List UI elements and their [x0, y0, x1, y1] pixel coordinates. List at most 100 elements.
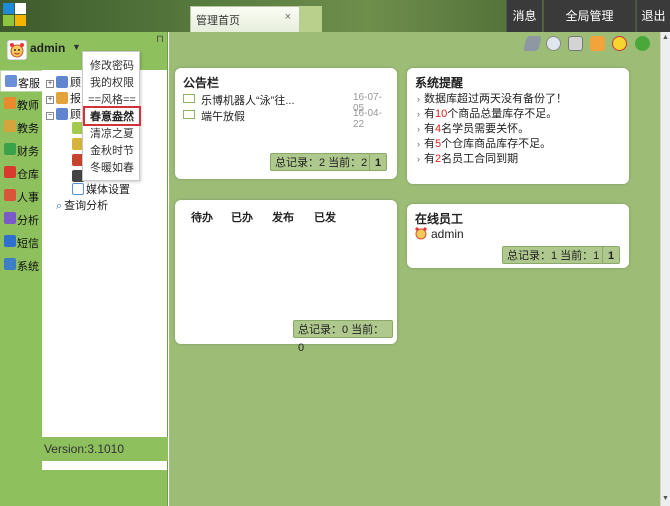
nav-warehouse[interactable]: 仓库 — [0, 162, 44, 184]
logout-button[interactable]: 退出 — [636, 0, 670, 32]
arrow-icon: › — [417, 109, 420, 119]
pin-icon[interactable]: ⊓ — [156, 34, 164, 45]
folder-icon — [56, 76, 68, 88]
help-icon[interactable] — [635, 36, 650, 51]
tab-home[interactable]: 管理首页 × — [190, 6, 300, 32]
tab-published[interactable]: 已发 — [314, 209, 336, 225]
expand-icon[interactable]: + — [46, 96, 54, 104]
nav-analysis[interactable]: 分析 — [0, 208, 44, 230]
top-bar: 管理首页 × 消息 全局管理 退出 — [0, 0, 670, 32]
envelope-icon — [183, 94, 195, 103]
messages-button[interactable]: 消息 — [506, 0, 542, 32]
warehouse-icon — [4, 166, 16, 178]
tasks-record-count: 总记录：0 当前：0 — [293, 320, 393, 354]
tab-todo[interactable]: 待办 — [191, 209, 213, 225]
nav-system[interactable]: 系统 — [0, 254, 44, 276]
nav-finance[interactable]: 财务 — [0, 139, 44, 161]
tree-row[interactable]: − 顾 — [46, 106, 81, 122]
notice-page-1-button[interactable]: 1 — [369, 153, 387, 171]
nav-label: 系统 — [17, 261, 39, 273]
tab-close-icon[interactable]: × — [285, 11, 291, 23]
tree-row-query-analysis[interactable]: ⌕ 查询分析 — [56, 197, 108, 213]
nav-sms[interactable]: 短信 — [0, 231, 44, 253]
tasks-panel: 待办 已办 发布 已发 总记录：0 当前：0 — [175, 200, 397, 354]
menu-theme-autumn[interactable]: 金秋时节 — [83, 142, 141, 158]
alert-item[interactable]: › 有10个商品总量库存不足。 — [417, 105, 557, 121]
nav-label: 客服 — [18, 78, 40, 90]
online-staff-pager: 总记录：1 当前：1 1 — [502, 246, 627, 264]
version-label: Version:3.1010 — [0, 437, 168, 461]
nav-label: 教务 — [17, 123, 39, 135]
tree-row-media-settings[interactable]: 媒体设置 — [72, 181, 130, 197]
online-staff-panel: 在线员工 admin 总记录：1 当前：1 1 — [407, 204, 629, 268]
menu-theme-winter[interactable]: 冬暖如春 — [83, 159, 141, 175]
tree-row[interactable]: + 报 — [46, 90, 81, 106]
menu-theme-summer[interactable]: 清凉之夏 — [83, 125, 141, 141]
scroll-up-icon[interactable]: ▲ — [662, 34, 669, 41]
nav-academic[interactable]: 教务 — [0, 116, 44, 138]
menu-my-permissions[interactable]: 我的权限 — [83, 74, 141, 90]
smiley-icon[interactable] — [612, 36, 627, 51]
online-page-1-button[interactable]: 1 — [602, 246, 620, 264]
nav-teacher[interactable]: 教师 — [0, 93, 44, 115]
tab-strip — [300, 6, 322, 32]
arrow-icon: › — [417, 154, 420, 164]
online-staff-title: 在线员工 — [415, 212, 464, 226]
online-record-count: 总记录：1 当前：1 — [502, 246, 605, 264]
app-logo — [3, 3, 27, 27]
tree-row[interactable]: + 顾 — [46, 74, 81, 90]
alert-item[interactable]: › 数据库超过两天没有备份了！ — [417, 90, 567, 106]
online-user-name[interactable]: admin — [431, 227, 464, 241]
notice-board-title: 公告栏 — [183, 76, 220, 90]
folder-icon — [56, 108, 68, 120]
menu-theme-spring[interactable]: 春意盎然 — [83, 106, 141, 126]
tab-publish[interactable]: 发布 — [272, 209, 294, 225]
menu-style-header: ==风格== — [88, 94, 136, 106]
user-menu-caret-icon[interactable]: ▼ — [72, 42, 81, 52]
envelope-icon — [183, 110, 195, 119]
notice-board-panel: 公告栏 乐博机器人“泳”往... 16-07-05 端午放假 16-04-22 … — [175, 68, 397, 179]
expand-icon[interactable]: + — [46, 80, 54, 88]
nav-label: 分析 — [17, 215, 39, 227]
hr-icon — [4, 189, 16, 201]
academic-icon — [4, 120, 16, 132]
module-nav: 客服 教师 教务 财务 仓库 人事 分析 短信 系统 — [0, 70, 44, 470]
finance-icon — [4, 143, 16, 155]
system-icon — [4, 258, 16, 270]
scrollbar[interactable]: ▲ ▼ — [660, 32, 670, 506]
globe-icon[interactable] — [546, 36, 561, 51]
tab-home-label: 管理首页 — [196, 15, 240, 27]
global-settings-button[interactable]: 全局管理 — [543, 0, 635, 32]
printer-icon[interactable] — [568, 36, 583, 51]
username[interactable]: admin — [30, 41, 65, 55]
notice-record-count: 总记录：2 当前：2 — [270, 153, 373, 171]
analysis-icon — [4, 212, 16, 224]
search-icon: ⌕ — [56, 200, 63, 212]
teacher-icon — [4, 97, 16, 109]
collapse-icon[interactable]: − — [46, 112, 54, 120]
system-alerts-title: 系统提醒 — [415, 76, 464, 90]
system-alerts-panel: 系统提醒 › 数据库超过两天没有备份了！ › 有10个商品总量库存不足。 › 有4名学… — [407, 68, 629, 184]
nav-label: 财务 — [17, 146, 39, 158]
user-avatar-icon — [415, 227, 427, 240]
tab-done[interactable]: 已办 — [231, 209, 253, 225]
nav-label: 仓库 — [17, 169, 39, 181]
menu-change-password[interactable]: 修改密码 — [83, 57, 141, 73]
sms-icon — [4, 235, 16, 247]
alert-item[interactable]: › 有5个仓库商品库存不足。 — [417, 135, 551, 151]
arrow-icon: › — [417, 124, 420, 134]
tasks-pager: 总记录：0 当前：0 — [293, 320, 393, 354]
alert-item[interactable]: › 有4名学员需要关怀。 — [417, 120, 529, 136]
notice-pager: 总记录：2 当前：2 1 — [270, 153, 390, 171]
media-icon — [72, 183, 84, 195]
nav-customer-service[interactable]: 客服 — [0, 70, 44, 92]
user-dropdown-menu: 修改密码 我的权限 ==风格== 春意盎然 清凉之夏 金秋时节 冬暖如春 — [82, 51, 141, 181]
nav-hr[interactable]: 人事 — [0, 185, 44, 207]
nav-label: 人事 — [17, 192, 39, 204]
alert-item[interactable]: › 有2名员工合同到期 — [417, 150, 518, 166]
folder-icon — [56, 92, 68, 104]
avatar-icon — [7, 40, 27, 60]
scroll-down-icon[interactable]: ▼ — [662, 495, 669, 502]
wheat-icon[interactable] — [590, 36, 605, 51]
nav-label: 短信 — [17, 238, 39, 250]
